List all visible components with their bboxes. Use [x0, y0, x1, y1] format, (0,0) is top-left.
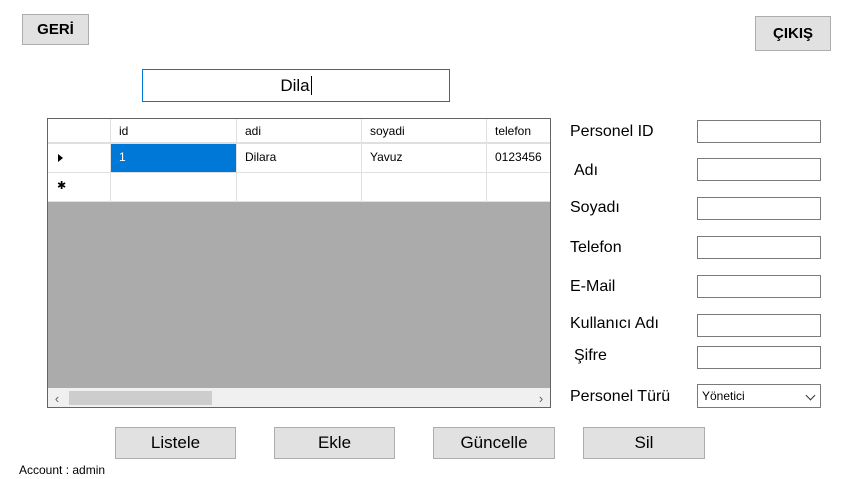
adi-field[interactable]	[697, 158, 821, 181]
update-button[interactable]: Güncelle	[433, 427, 555, 459]
soyadi-field[interactable]	[697, 197, 821, 220]
username-field[interactable]	[697, 314, 821, 337]
new-row-star-icon: ✱	[57, 180, 67, 192]
list-button[interactable]: Listele	[115, 427, 236, 459]
column-header-adi[interactable]: adi	[237, 119, 362, 143]
chevron-down-icon	[805, 390, 816, 401]
table-row[interactable]: 1 Dilara Yavuz 0123456	[48, 144, 550, 173]
search-input[interactable]: Dila	[142, 69, 450, 102]
table-cell-soyadi[interactable]: Yavuz	[362, 144, 487, 173]
email-field[interactable]	[697, 275, 821, 298]
label-soyadi: Soyadı	[570, 199, 620, 216]
row-header[interactable]	[48, 144, 111, 173]
current-row-arrow-icon	[58, 154, 63, 162]
label-email: E-Mail	[570, 278, 616, 295]
exit-button[interactable]: ÇIKIŞ	[755, 16, 831, 51]
text-caret	[310, 76, 312, 95]
label-kullanici-adi: Kullanıcı Adı	[570, 315, 659, 332]
table-cell-empty[interactable]	[362, 173, 487, 202]
grid-header-row: id adi soyadi telefon	[48, 119, 550, 144]
personel-turu-selected: Yönetici	[702, 389, 745, 403]
column-header-soyadi[interactable]: soyadi	[362, 119, 487, 143]
new-row[interactable]: ✱	[48, 173, 550, 202]
label-sifre: Şifre	[574, 347, 607, 364]
table-cell-adi[interactable]: Dilara	[237, 144, 362, 173]
personel-turu-select[interactable]: Yönetici	[697, 384, 821, 408]
personel-id-field[interactable]	[697, 120, 821, 143]
password-field[interactable]	[697, 346, 821, 369]
account-status: Account : admin	[19, 463, 106, 477]
label-personel-turu: Personel Türü	[570, 388, 671, 405]
back-button[interactable]: GERİ	[22, 14, 89, 45]
scroll-left-icon[interactable]: ‹	[48, 390, 66, 407]
column-header-telefon[interactable]: telefon	[487, 119, 550, 143]
row-header[interactable]: ✱	[48, 173, 111, 202]
telefon-field[interactable]	[697, 236, 821, 259]
grid-corner-header[interactable]	[48, 119, 111, 143]
label-telefon: Telefon	[570, 239, 622, 256]
table-cell-id[interactable]: 1	[111, 144, 237, 173]
label-personel-id: Personel ID	[570, 123, 654, 140]
delete-button[interactable]: Sil	[583, 427, 705, 459]
scroll-right-icon[interactable]: ›	[532, 390, 550, 407]
label-adi: Adı	[574, 162, 599, 179]
table-cell-telefon[interactable]: 0123456	[487, 144, 550, 173]
personnel-data-grid[interactable]: id adi soyadi telefon 1 Dilara Yavuz 012…	[47, 118, 551, 408]
search-input-value: Dila	[280, 75, 310, 95]
scroll-thumb[interactable]	[69, 391, 212, 405]
table-cell-empty[interactable]	[487, 173, 550, 202]
column-header-id[interactable]: id	[111, 119, 237, 143]
add-button[interactable]: Ekle	[274, 427, 395, 459]
horizontal-scrollbar[interactable]: ‹ ›	[48, 388, 550, 407]
table-cell-empty[interactable]	[111, 173, 237, 202]
table-cell-empty[interactable]	[237, 173, 362, 202]
